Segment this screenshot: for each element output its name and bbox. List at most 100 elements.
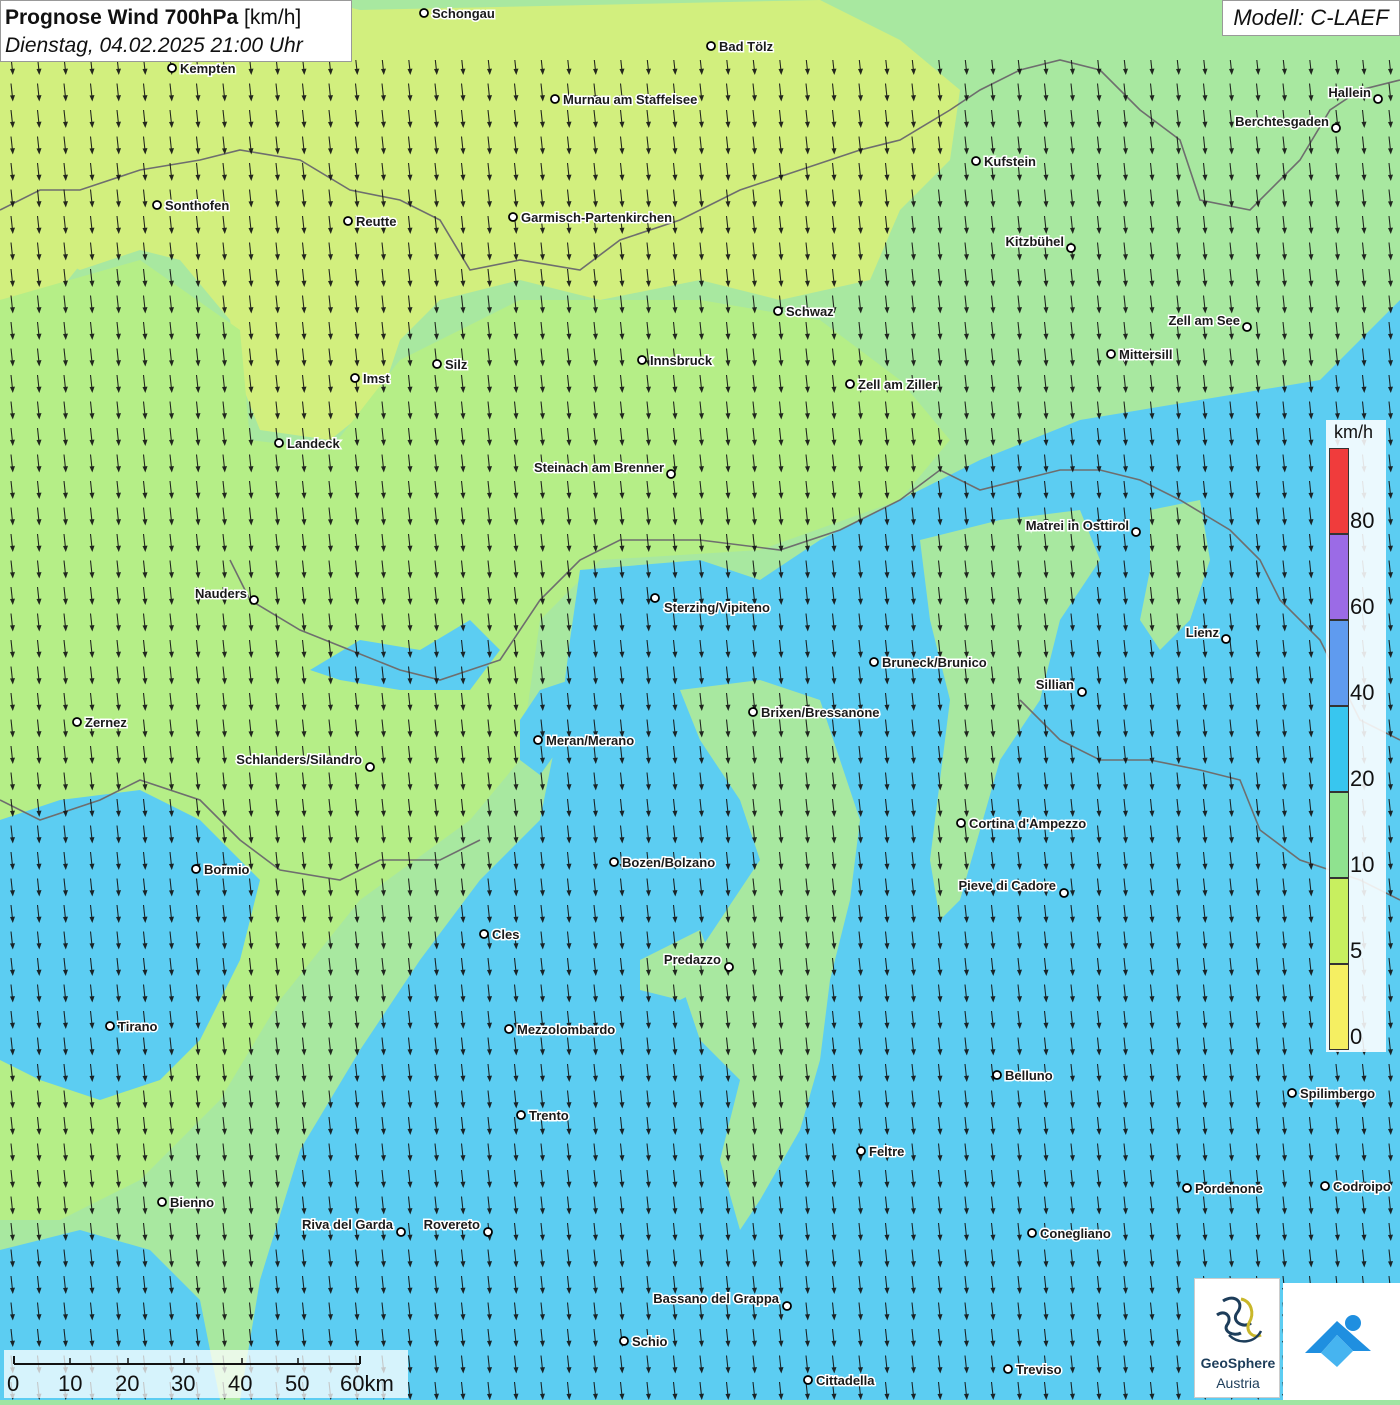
city-label: Sterzing/Vipiteno xyxy=(664,600,770,615)
legend-tick-5: 5 xyxy=(1350,938,1363,963)
city-label: Kitzbühel xyxy=(1006,234,1065,249)
city-dot-icon xyxy=(343,216,353,226)
legend-segment-5-10 xyxy=(1329,878,1349,964)
city-dot-icon xyxy=(803,1375,813,1385)
city-label: Bad Tölz xyxy=(719,39,774,54)
city-dot-icon xyxy=(1131,527,1141,537)
scale-tick-60km: 60km xyxy=(340,1371,394,1396)
legend-segment-10-20 xyxy=(1329,792,1349,878)
city-label: Zernez xyxy=(85,715,127,730)
city-marker: Bruneck/Brunico xyxy=(869,654,988,672)
city-marker: Meran/Merano xyxy=(533,732,636,750)
city-label: Silz xyxy=(445,357,468,372)
city-marker: Sonthofen xyxy=(152,197,231,215)
city-dot-icon xyxy=(869,657,879,667)
city-dot-icon xyxy=(1221,634,1231,644)
city-dot-icon xyxy=(191,864,201,874)
scale-tick-0: 0 xyxy=(7,1371,20,1396)
city-label: Meran/Merano xyxy=(546,733,634,748)
city-dot-icon xyxy=(1242,322,1252,332)
city-label: Hallein xyxy=(1328,85,1371,100)
city-label: Cortina d'Ampezzo xyxy=(969,816,1086,831)
city-label: Bruneck/Brunico xyxy=(882,655,987,670)
city-dot-icon xyxy=(152,200,162,210)
city-label: Bozen/Bolzano xyxy=(622,855,715,870)
city-dot-icon xyxy=(1077,687,1087,697)
legend-tick-60: 60 xyxy=(1350,594,1375,619)
city-dot-icon xyxy=(1287,1088,1297,1098)
city-label: Matrei in Osttirol xyxy=(1026,518,1129,533)
city-label: Zell am See xyxy=(1168,313,1240,328)
city-dot-icon xyxy=(782,1301,792,1311)
city-label: Sillian xyxy=(1036,677,1074,692)
legend-tick-10: 10 xyxy=(1350,852,1375,877)
city-dot-icon xyxy=(706,41,716,51)
city-label: Kufstein xyxy=(984,154,1036,169)
city-label: Conegliano xyxy=(1040,1226,1111,1241)
city-label: Tirano xyxy=(118,1019,158,1034)
city-label: Bassano del Grappa xyxy=(653,1291,779,1306)
city-dot-icon xyxy=(365,762,375,772)
city-dot-icon xyxy=(419,8,429,18)
city-marker: Innsbruck xyxy=(637,352,714,370)
city-label: Mittersill xyxy=(1119,347,1172,362)
map-datetime: Dienstag, 04.02.2025 21:00 Uhr xyxy=(5,34,303,57)
city-dot-icon xyxy=(748,707,758,717)
scale-tick-30: 30 xyxy=(171,1371,196,1396)
city-label: Rovereto xyxy=(424,1217,480,1232)
city-dot-icon xyxy=(105,1021,115,1031)
city-dot-icon xyxy=(432,359,442,369)
geosphere-logo: GeoSphere Austria xyxy=(1194,1278,1280,1398)
city-marker: Garmisch-Partenkirchen xyxy=(508,209,674,227)
city-label: Cittadella xyxy=(816,1373,875,1388)
legend-segment-40-60 xyxy=(1329,620,1349,706)
city-label: Predazzo xyxy=(664,952,721,967)
partner-logo xyxy=(1283,1283,1400,1400)
legend-segment-60-80 xyxy=(1329,534,1349,620)
city-marker: Mezzolombardo xyxy=(504,1021,617,1039)
city-label: Spilimbergo xyxy=(1300,1086,1375,1101)
city-dot-icon xyxy=(1331,123,1341,133)
city-marker: Bozen/Bolzano xyxy=(609,854,717,872)
city-label: Steinach am Brenner xyxy=(534,460,664,475)
city-marker: Pordenone xyxy=(1182,1180,1264,1198)
logo-name: GeoSphere xyxy=(1200,1355,1276,1371)
city-dot-icon xyxy=(72,717,82,727)
city-dot-icon xyxy=(992,1070,1002,1080)
city-label: Kempten xyxy=(180,61,236,76)
city-dot-icon xyxy=(1373,94,1383,104)
city-label: Codroipo xyxy=(1333,1179,1391,1194)
city-dot-icon xyxy=(516,1110,526,1120)
city-label: Imst xyxy=(363,371,390,386)
city-label: Innsbruck xyxy=(650,353,713,368)
city-dot-icon xyxy=(249,595,259,605)
city-dot-icon xyxy=(483,1227,493,1237)
city-dot-icon xyxy=(274,438,284,448)
city-label: Landeck xyxy=(287,436,341,451)
legend-tick-80: 80 xyxy=(1350,508,1375,533)
city-dot-icon xyxy=(508,212,518,222)
city-label: Garmisch-Partenkirchen xyxy=(521,210,672,225)
city-label: Schongau xyxy=(432,6,495,21)
legend-bar xyxy=(1329,448,1349,1050)
city-label: Lienz xyxy=(1186,625,1220,640)
legend-tick-0: 0 xyxy=(1350,1024,1363,1049)
city-dot-icon xyxy=(1027,1228,1037,1238)
city-dot-icon xyxy=(650,593,660,603)
city-label: Pordenone xyxy=(1195,1181,1263,1196)
legend-segment-80plus xyxy=(1329,448,1349,534)
city-label: Trento xyxy=(529,1108,569,1123)
city-label: Schlanders/Silandro xyxy=(236,752,362,767)
city-dot-icon xyxy=(856,1146,866,1156)
city-dot-icon xyxy=(637,355,647,365)
city-dot-icon xyxy=(956,818,966,828)
scale-bar-line xyxy=(13,1356,361,1365)
scale-tick-40: 40 xyxy=(228,1371,253,1396)
city-dot-icon xyxy=(773,306,783,316)
city-label: Murnau am Staffelsee xyxy=(563,92,697,107)
city-dot-icon xyxy=(1066,243,1076,253)
city-dot-icon xyxy=(609,857,619,867)
scale-bar: 0 10 20 30 40 50 60km xyxy=(4,1350,408,1398)
city-dot-icon xyxy=(550,94,560,104)
map-title-unit: [km/h] xyxy=(244,6,302,29)
